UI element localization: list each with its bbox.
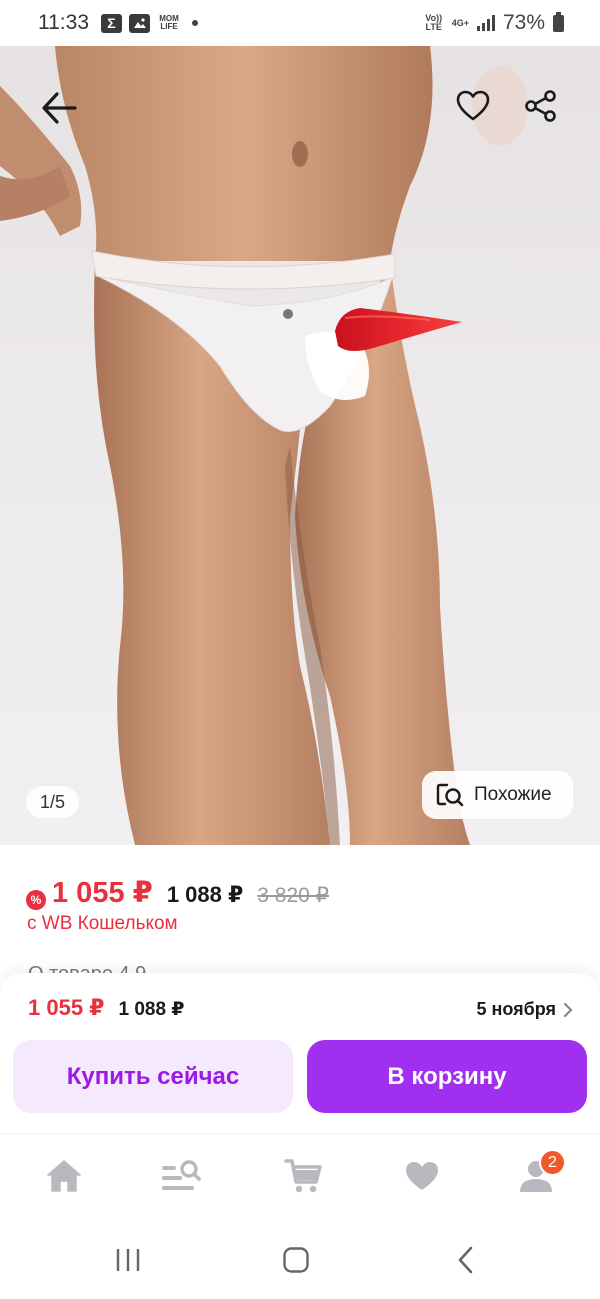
wallet-price: 1 055 ₽ xyxy=(52,877,153,909)
tab-favorites[interactable] xyxy=(400,1154,444,1198)
signal-icon xyxy=(476,15,495,31)
system-back-button[interactable] xyxy=(446,1243,486,1277)
buy-panel-price-row: 1 055 ₽ 1 088 ₽ 5 ноября xyxy=(28,995,574,1021)
price-row: % 1 055 ₽ 1 088 ₽ 3 820 ₽ xyxy=(26,875,329,910)
cart-icon xyxy=(284,1159,322,1193)
gallery-icon xyxy=(129,13,150,33)
favorites-icon xyxy=(406,1162,438,1190)
catalog-search-icon xyxy=(162,1160,201,1190)
old-price: 3 820 ₽ xyxy=(257,884,330,907)
recent-apps-icon xyxy=(116,1249,140,1271)
status-bar: 11:33 Σ MOM LIFE Vo)) LTE 4G+ 73% xyxy=(0,0,600,46)
sigma-icon: Σ xyxy=(101,13,122,33)
tab-cart[interactable] xyxy=(282,1154,326,1198)
share-icon xyxy=(525,90,556,122)
delivery-date-link[interactable]: 5 ноября xyxy=(476,999,574,1020)
home-system-button[interactable] xyxy=(276,1243,316,1277)
home-square-icon xyxy=(283,1247,309,1273)
status-right: Vo)) LTE 4G+ 73% xyxy=(424,11,564,35)
battery-icon xyxy=(553,11,564,32)
battery-percent: 73% xyxy=(502,11,545,34)
recent-apps-button[interactable] xyxy=(108,1243,148,1277)
similar-products-label: Похожие xyxy=(474,784,552,805)
back-button[interactable] xyxy=(35,84,83,132)
share-button[interactable] xyxy=(517,82,565,130)
chevron-right-icon xyxy=(563,1002,573,1017)
system-navigation-bar xyxy=(0,1223,600,1299)
similar-search-icon xyxy=(436,783,464,807)
profile-notification-badge: 2 xyxy=(539,1149,566,1176)
favorite-button[interactable] xyxy=(449,82,497,130)
buy-now-button[interactable]: Купить сейчас xyxy=(13,1040,293,1113)
wallet-note: с WB Кошельком xyxy=(27,913,178,934)
mom-life-icon: MOM LIFE xyxy=(159,14,179,31)
buy-panel: 1 055 ₽ 1 088 ₽ 5 ноября Купить сейчас В… xyxy=(0,973,600,1133)
delivery-date: 5 ноября xyxy=(476,999,556,1019)
notification-dot-icon xyxy=(192,20,198,26)
network-type-icon: 4G+ xyxy=(451,17,469,28)
product-image-gallery[interactable]: 1/5 Похожие xyxy=(0,46,600,845)
discount-percent-icon: % xyxy=(26,890,46,910)
status-time: 11:33 xyxy=(38,11,89,34)
bottom-tab-bar xyxy=(0,1133,600,1223)
product-photo xyxy=(0,46,528,845)
home-icon xyxy=(47,1160,81,1192)
buy-panel-wallet-price: 1 055 ₽ xyxy=(28,995,105,1020)
add-to-cart-button[interactable]: В корзину xyxy=(307,1040,587,1113)
image-counter: 1/5 xyxy=(26,786,80,818)
arrow-left-icon xyxy=(42,92,77,124)
similar-products-button[interactable]: Похожие xyxy=(422,771,573,819)
tab-home[interactable] xyxy=(42,1154,86,1198)
tab-catalog[interactable] xyxy=(159,1154,203,1198)
buy-panel-regular-price: 1 088 ₽ xyxy=(118,999,185,1020)
regular-price: 1 088 ₽ xyxy=(166,882,244,907)
heart-icon xyxy=(456,90,490,121)
status-notification-icons: Σ MOM LIFE xyxy=(101,13,198,33)
price-section: % 1 055 ₽ 1 088 ₽ 3 820 ₽ с WB Кошельком… xyxy=(0,845,600,985)
volte-icon: Vo)) LTE xyxy=(425,13,443,32)
chevron-left-icon xyxy=(458,1246,473,1274)
